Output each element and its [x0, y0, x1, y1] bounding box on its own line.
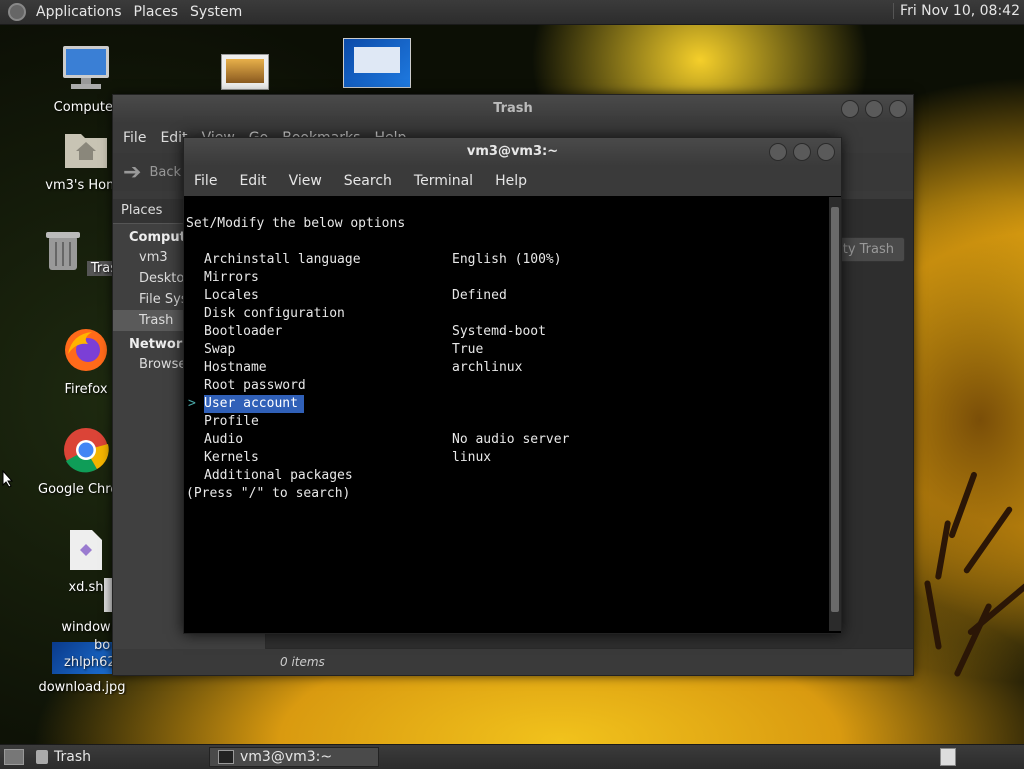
mouse-cursor-icon — [2, 470, 14, 488]
option-value: No audio server — [452, 432, 570, 447]
terminal-window[interactable]: vm3@vm3:~ File Edit View Search Terminal… — [183, 137, 842, 634]
option-label: Additional packages — [204, 468, 353, 483]
taskbar-item-trash[interactable]: Trash — [28, 747, 99, 767]
places-menu[interactable]: Places — [128, 4, 185, 20]
sidebar-item-label: Trash — [139, 313, 174, 328]
desktop-icon-label: zhlph62 — [64, 655, 116, 670]
terminal-scrollbar[interactable] — [829, 197, 841, 631]
clock[interactable]: Fri Nov 10, 08:42 — [893, 3, 1020, 19]
firefox-icon — [65, 329, 107, 371]
option-row[interactable]: Audio No audio server — [186, 431, 806, 449]
chrome-icon — [64, 428, 109, 473]
partial-file-icon[interactable] — [104, 578, 112, 612]
terminal-heading: Set/Modify the below options — [186, 216, 406, 231]
option-row[interactable]: Mirrors — [186, 269, 806, 287]
option-label: Profile — [204, 414, 259, 429]
menu-file[interactable]: File — [123, 130, 146, 146]
option-label: Locales — [204, 288, 259, 303]
selection-marker: > — [188, 396, 196, 411]
desktop-icon-download[interactable]: download.jpg — [34, 680, 130, 695]
workspace-switcher[interactable] — [940, 748, 956, 766]
menu-edit[interactable]: Edit — [239, 173, 266, 189]
option-label: Root password — [204, 378, 306, 393]
computer-icon — [63, 46, 109, 89]
menu-view[interactable]: View — [289, 173, 322, 189]
option-row[interactable]: Locales Defined — [186, 287, 806, 305]
terminal-icon — [218, 750, 234, 764]
home-folder-icon — [65, 134, 107, 168]
mate-logo-icon[interactable] — [8, 3, 26, 21]
taskbar-item-terminal[interactable]: vm3@vm3:~ — [209, 747, 379, 767]
show-desktop-icon[interactable] — [4, 749, 24, 765]
option-row[interactable]: > User account — [186, 395, 806, 413]
maximize-button[interactable] — [865, 100, 883, 118]
option-label: Swap — [204, 342, 236, 357]
menu-file[interactable]: File — [194, 173, 217, 189]
trash-window-titlebar[interactable]: Trash — [113, 95, 913, 123]
script-file-icon — [70, 530, 102, 570]
menu-search[interactable]: Search — [344, 173, 392, 189]
option-row[interactable]: Bootloader Systemd-boot — [186, 323, 806, 341]
option-value: Defined — [452, 288, 507, 303]
option-row[interactable]: Root password — [186, 377, 806, 395]
minimize-button[interactable] — [841, 100, 859, 118]
menu-terminal[interactable]: Terminal — [414, 173, 473, 189]
close-button[interactable] — [889, 100, 907, 118]
back-button[interactable]: Back — [149, 165, 181, 180]
maximize-button[interactable] — [793, 143, 811, 161]
terminal-output[interactable]: Set/Modify the below options Archinstall… — [184, 197, 827, 631]
window-title: vm3@vm3:~ — [466, 144, 559, 159]
option-row[interactable]: Swap True — [186, 341, 806, 359]
desktop-icon-label: bo — [94, 638, 111, 653]
option-label: Audio — [204, 432, 244, 447]
option-value: archlinux — [452, 360, 523, 375]
menu-help[interactable]: Help — [495, 173, 527, 189]
option-row[interactable]: Kernels linux — [186, 449, 806, 467]
taskbar-item-label: Trash — [54, 749, 91, 765]
screenshot-file-icon[interactable] — [343, 38, 411, 88]
back-arrow-icon[interactable]: ➔ — [123, 160, 141, 185]
option-row[interactable]: Archinstall language English (100%) — [186, 251, 806, 269]
close-button[interactable] — [817, 143, 835, 161]
terminal-menubar: File Edit View Search Terminal Help — [184, 166, 841, 196]
option-value: linux — [452, 450, 492, 465]
sidebar-item-label: vm3 — [139, 250, 168, 265]
option-label: Kernels — [204, 450, 259, 465]
bottom-panel: Trash vm3@vm3:~ — [0, 744, 1024, 769]
terminal-footer: (Press "/" to search) — [186, 486, 351, 501]
option-value: True — [452, 342, 484, 357]
trash-icon — [45, 232, 80, 270]
option-label: User account — [204, 395, 304, 413]
desktop-icon-label: download.jpg — [38, 680, 126, 695]
image-file-icon[interactable] — [221, 54, 269, 90]
option-value: English (100%) — [452, 252, 562, 267]
option-label: Disk configuration — [204, 306, 345, 321]
trash-icon — [36, 750, 48, 764]
top-panel: Applications Places System Fri Nov 10, 0… — [0, 0, 1024, 25]
window-title: Trash — [493, 101, 533, 116]
option-row[interactable]: Hostname archlinux — [186, 359, 806, 377]
minimize-button[interactable] — [769, 143, 787, 161]
taskbar-item-label: vm3@vm3:~ — [240, 749, 333, 765]
option-value: Systemd-boot — [452, 324, 546, 339]
scrollbar-thumb[interactable] — [831, 207, 839, 612]
option-label: Hostname — [204, 360, 267, 375]
option-row[interactable]: Additional packages — [186, 467, 806, 485]
system-menu[interactable]: System — [184, 4, 248, 20]
status-bar: 0 items — [266, 648, 913, 675]
option-label: Bootloader — [204, 324, 283, 339]
applications-menu[interactable]: Applications — [30, 4, 128, 20]
option-label: Mirrors — [204, 270, 259, 285]
option-row[interactable]: Profile — [186, 413, 806, 431]
option-label: Archinstall language — [204, 252, 361, 267]
terminal-titlebar[interactable]: vm3@vm3:~ — [184, 138, 841, 166]
option-row[interactable]: Disk configuration — [186, 305, 806, 323]
